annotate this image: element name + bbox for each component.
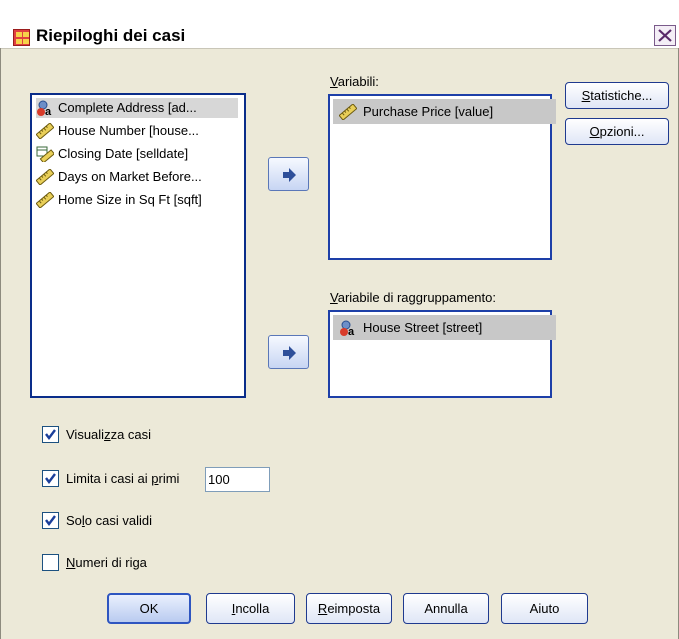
cancel-button[interactable]: Annulla [403, 593, 489, 624]
arrow-right-icon [283, 346, 296, 360]
close-icon [658, 29, 672, 42]
help-button[interactable]: Aiuto [501, 593, 588, 624]
close-button[interactable] [654, 25, 676, 46]
list-item[interactable]: a Complete Address [ad... [36, 98, 238, 118]
data-table-icon [13, 29, 30, 46]
scale-ruler-icon [35, 191, 55, 209]
move-to-grouping-button[interactable] [268, 335, 309, 369]
options-button[interactable]: Opzioni... [565, 118, 669, 145]
variables-label: Variabili: [330, 74, 379, 89]
scale-ruler-icon [35, 168, 55, 186]
date-scale-icon [36, 146, 55, 164]
nominal-string-icon: a [339, 319, 357, 338]
list-item-label: House Street [street] [363, 320, 483, 335]
limit-cases-label: Limita i casi ai primi [66, 471, 180, 486]
list-item-label: Complete Address [ad... [58, 100, 197, 115]
variables-list[interactable]: Purchase Price [value] [328, 94, 556, 260]
statistics-button[interactable]: Statistiche... [565, 82, 669, 109]
list-item-label: Closing Date [selldate] [58, 146, 189, 161]
valid-only-checkbox[interactable] [42, 512, 59, 529]
grouping-variable-label: Variabile di raggruppamento: [330, 290, 496, 305]
move-to-variables-button[interactable] [268, 157, 309, 191]
svg-text:a: a [45, 106, 52, 116]
row-numbers-checkbox[interactable] [42, 554, 59, 571]
list-item[interactable]: a House Street [street] [333, 315, 556, 340]
nominal-string-icon: a [36, 100, 54, 118]
list-item-label: Days on Market Before... [58, 169, 202, 184]
list-item-label: Home Size in Sq Ft [sqft] [58, 192, 202, 207]
limit-cases-input[interactable]: 100 [205, 467, 270, 492]
source-variable-list[interactable]: a Complete Address [ad... House Number [… [30, 93, 246, 398]
title-bar[interactable]: Riepiloghi dei casi [0, 0, 679, 49]
display-cases-label: Visualizza casi [66, 427, 152, 442]
valid-only-label: Solo casi validi [66, 513, 152, 528]
limit-cases-checkbox[interactable] [42, 470, 59, 487]
svg-text:a: a [348, 326, 355, 336]
ok-button[interactable]: OK [107, 593, 191, 624]
row-numbers-label: Numeri di riga [66, 555, 147, 570]
checkmark-icon [45, 515, 56, 526]
paste-button[interactable]: Incolla [206, 593, 295, 624]
list-item-label: Purchase Price [value] [363, 104, 494, 119]
checkmark-icon [45, 473, 56, 484]
grouping-variable-list[interactable]: a House Street [street] [328, 310, 556, 398]
checkmark-icon [45, 429, 56, 440]
reset-button[interactable]: Reimposta [306, 593, 392, 624]
scale-ruler-icon [338, 103, 358, 121]
arrow-right-icon [283, 168, 296, 182]
display-cases-checkbox[interactable] [42, 426, 59, 443]
window-title: Riepiloghi dei casi [36, 26, 186, 45]
list-item-label: House Number [house... [58, 123, 199, 138]
summarize-cases-dialog: Riepiloghi dei casi a Complete Address [… [0, 0, 679, 639]
list-item[interactable]: Purchase Price [value] [333, 99, 556, 124]
scale-ruler-icon [35, 122, 55, 140]
